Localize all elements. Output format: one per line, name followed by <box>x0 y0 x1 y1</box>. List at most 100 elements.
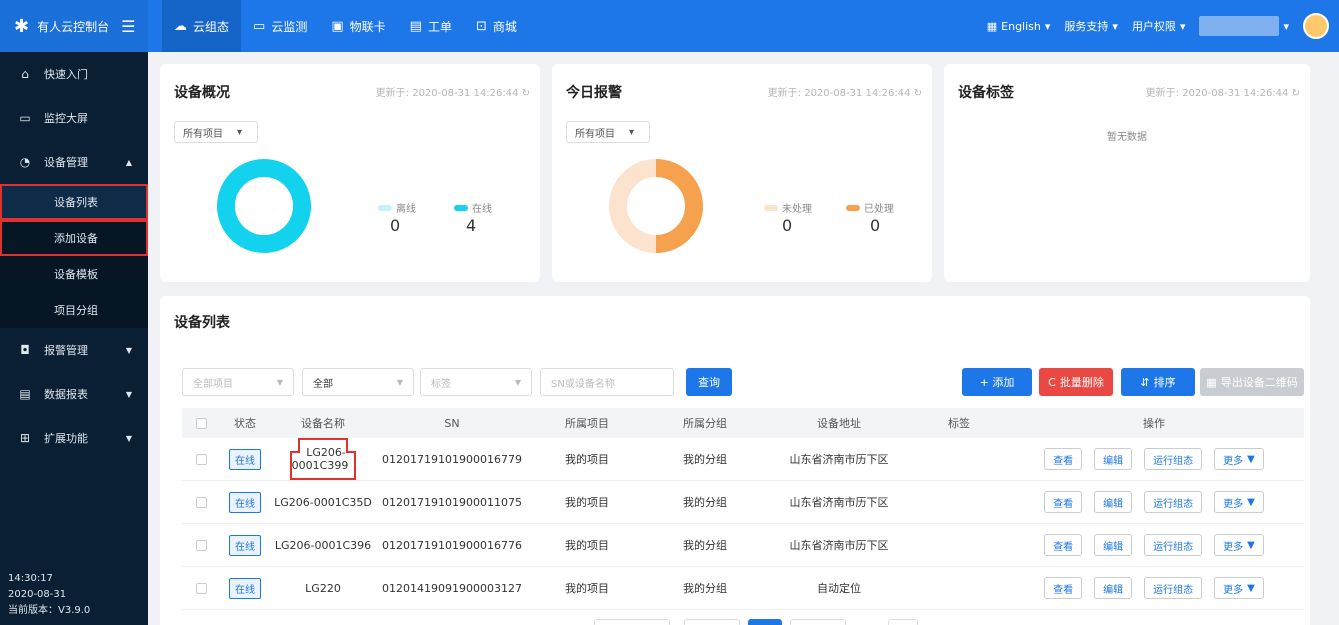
run-config-button[interactable]: 运行组态 <box>1144 577 1203 599</box>
device-sn: 01201419091900003127 <box>382 581 522 595</box>
more-button[interactable]: 更多 ▼ <box>1214 491 1264 513</box>
edit-button[interactable]: 编辑 <box>1094 448 1133 470</box>
nav-cloud-monitor[interactable]: ▭ 云监测 <box>241 0 319 52</box>
card-title: 今日报警 <box>566 85 622 101</box>
nav-cloud-config[interactable]: ☁ 云组态 <box>162 0 242 52</box>
refresh-icon[interactable]: ↻ <box>1292 88 1300 99</box>
row-checkbox[interactable] <box>182 539 220 551</box>
button-label: + 添加 <box>979 376 1015 389</box>
device-name: LG220 <box>305 581 341 595</box>
chevron-up-icon: ▲ <box>125 157 132 167</box>
sidebar-subitem-project-group[interactable]: 项目分组 <box>0 292 148 328</box>
row-checkbox[interactable] <box>182 582 220 594</box>
next-page-button[interactable] <box>790 619 846 625</box>
run-config-button[interactable]: 运行组态 <box>1144 448 1203 470</box>
edit-button[interactable]: 编辑 <box>1094 491 1133 513</box>
select-all-checkbox[interactable] <box>182 417 220 429</box>
sidebar-item-bigscreen[interactable]: ▭ 监控大屏 <box>0 96 148 140</box>
status-badge: 在线 <box>229 577 261 599</box>
search-input[interactable]: SN或设备名称 <box>540 368 674 396</box>
unhandled-count: 0 <box>782 216 793 235</box>
refresh-icon[interactable]: ↻ <box>914 88 922 99</box>
permission-menu[interactable]: 用户权限 ▾ <box>1132 18 1186 34</box>
sidebar-item-device-management[interactable]: ◔ 设备管理 ▲ <box>0 140 148 184</box>
view-button[interactable]: 查看 <box>1044 448 1083 470</box>
run-config-button[interactable]: 运行组态 <box>1144 491 1203 513</box>
view-button[interactable]: 查看 <box>1044 577 1083 599</box>
sidebar-item-quickstart[interactable]: ⌂ 快速入门 <box>0 52 148 96</box>
user-menu[interactable]: ▾ <box>1199 16 1289 36</box>
edit-button[interactable]: 编辑 <box>1094 577 1133 599</box>
empty-text: 暂无数据 <box>1107 132 1147 143</box>
prev-page-button[interactable] <box>684 619 740 625</box>
project-filter[interactable]: 全部项目 ▼ <box>182 368 294 396</box>
sidebar-subitem-label: 项目分组 <box>54 304 98 317</box>
sidebar-subitem-device-list[interactable]: 设备列表 <box>0 184 148 220</box>
top-right: ▦ English ▾ 服务支持 ▾ 用户权限 ▾ ▾ <box>987 0 1339 52</box>
edit-button[interactable]: 编辑 <box>1094 534 1133 556</box>
header-group: 所属分组 <box>683 417 727 430</box>
device-address: 山东省济南市历下区 <box>789 539 889 552</box>
button-label: 查看 <box>1053 498 1074 510</box>
more-button[interactable]: 更多 ▼ <box>1214 577 1264 599</box>
nav-ticket[interactable]: ▤ 工单 <box>398 0 464 52</box>
cloud-icon: ☁ <box>174 18 187 34</box>
card-updated: 更新于: 2020-08-31 14:26:44 ↻ <box>376 84 530 99</box>
more-button[interactable]: 更多 ▼ <box>1214 448 1264 470</box>
sort-button[interactable]: ⇵ 排序 <box>1121 368 1195 396</box>
page-size-select[interactable] <box>594 619 670 625</box>
sidebar-item-report[interactable]: ▤ 数据报表 ▼ <box>0 372 148 416</box>
nav-iot-card[interactable]: ▣ 物联卡 <box>319 0 397 52</box>
avatar[interactable] <box>1303 13 1329 39</box>
chevron-down-icon: ▾ <box>1044 19 1051 33</box>
view-button[interactable]: 查看 <box>1044 491 1083 513</box>
button-label: 运行组态 <box>1153 455 1194 467</box>
goto-page-input[interactable] <box>888 619 918 625</box>
row-checkbox[interactable] <box>182 453 220 465</box>
menu-toggle-icon[interactable]: ☰ <box>121 17 135 36</box>
select-value: 所有项目 <box>183 128 223 140</box>
status-filter[interactable]: 全部 ▼ <box>302 368 414 396</box>
project-select[interactable]: 所有项目 ▾ <box>566 121 650 143</box>
device-address: 山东省济南市历下区 <box>789 453 889 466</box>
top-bar: ✱ 有人云控制台 ☰ ☁ 云组态 ▭ 云监测 ▣ 物联卡 ▤ 工单 ⊡ 商城 ▦… <box>0 0 1339 52</box>
refresh-icon[interactable]: ↻ <box>522 88 530 99</box>
chevron-down-icon: ▼ <box>125 389 132 399</box>
button-label: 编辑 <box>1103 541 1124 553</box>
handled-ring <box>655 159 703 253</box>
support-menu[interactable]: 服务支持 ▾ <box>1064 18 1118 34</box>
nav-shop[interactable]: ⊡ 商城 <box>464 0 529 52</box>
sidebar-subitem-add-device[interactable]: 添加设备 <box>0 220 148 256</box>
export-qrcode-button[interactable]: ▦ 导出设备二维码 <box>1200 368 1304 396</box>
chevron-down-icon: ▾ <box>1283 19 1289 33</box>
nav-label: 云组态 <box>193 19 230 34</box>
query-button[interactable]: 查询 <box>686 368 732 396</box>
version-text: 当前版本：V3.9.0 <box>8 605 91 616</box>
current-page-button[interactable] <box>748 619 782 625</box>
sidebar-subitem-device-template[interactable]: 设备模板 <box>0 256 148 292</box>
tag-filter[interactable]: 标签 ▼ <box>420 368 532 396</box>
header-address: 设备地址 <box>817 417 861 430</box>
more-button[interactable]: 更多 ▼ <box>1214 534 1264 556</box>
card-title: 设备列表 <box>174 315 230 331</box>
language-switch[interactable]: ▦ English ▾ <box>987 20 1051 33</box>
chevron-down-icon: ▼ <box>125 433 132 443</box>
batch-delete-button[interactable]: C 批量删除 <box>1039 368 1113 396</box>
top-nav: ☁ 云组态 ▭ 云监测 ▣ 物联卡 ▤ 工单 ⊡ 商城 <box>162 0 529 52</box>
tags-card: 设备标签 更新于: 2020-08-31 14:26:44 ↻ 暂无数据 <box>944 64 1310 282</box>
add-button[interactable]: + 添加 <box>962 368 1032 396</box>
row-checkbox[interactable] <box>182 496 220 508</box>
language-icon: ▦ <box>986 19 998 33</box>
view-button[interactable]: 查看 <box>1044 534 1083 556</box>
sidebar-item-alarm[interactable]: ◘ 报警管理 ▼ <box>0 328 148 372</box>
sidebar-item-extensions[interactable]: ⊞ 扩展功能 ▼ <box>0 416 148 460</box>
button-label: 更多 <box>1223 584 1244 596</box>
run-config-button[interactable]: 运行组态 <box>1144 534 1203 556</box>
device-address: 山东省济南市历下区 <box>789 496 889 509</box>
sidebar-subitem-label: 添加设备 <box>54 232 98 245</box>
sort-icon: ⇵ <box>1140 375 1150 389</box>
project-select[interactable]: 所有项目 ▾ <box>174 121 258 143</box>
sidebar-item-label: 报警管理 <box>44 344 88 357</box>
legend-label: 未处理 <box>782 204 812 215</box>
button-label: 批量删除 <box>1059 376 1104 389</box>
